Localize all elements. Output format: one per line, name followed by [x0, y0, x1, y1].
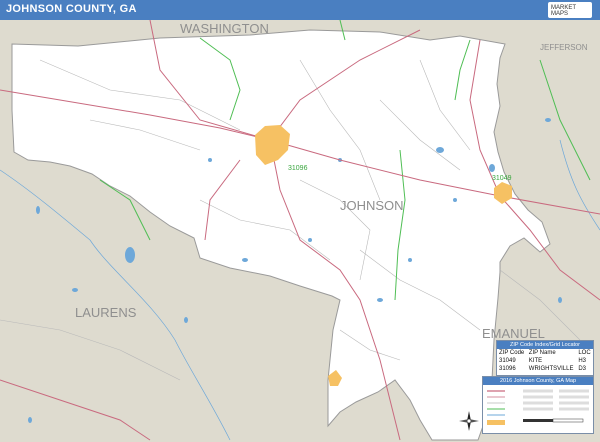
- neighbor-label-laurens: LAURENS: [75, 305, 137, 320]
- zip-legend-header: ZIP Code: [499, 350, 525, 356]
- lake: [489, 164, 495, 172]
- legend-symbols: [487, 389, 589, 425]
- lake: [436, 147, 444, 153]
- lake: [545, 118, 551, 122]
- title-bar: JOHNSON COUNTY, GA MARKET MAPS: [0, 0, 600, 21]
- lake: [28, 417, 32, 423]
- lake: [36, 206, 40, 214]
- map-frame: JOHNSON COUNTY, GA MARKET MAPS JOHNSON W…: [0, 0, 600, 442]
- zip-label-31049: 31049: [492, 175, 512, 182]
- zip-legend-header: ZIP Name: [528, 350, 556, 356]
- zip-code-cell: 31096: [499, 366, 516, 372]
- neighbor-label-emanuel: EMANUEL: [482, 326, 545, 341]
- lake: [242, 258, 248, 262]
- lake: [125, 247, 135, 263]
- logo-text: MARKET MAPS: [551, 5, 576, 17]
- zip-legend-header-row: ZIP Code ZIP Name LOC: [497, 349, 593, 357]
- zip-legend: ZIP Code Index/Grid Locator ZIP Code ZIP…: [496, 340, 594, 376]
- map-title: JOHNSON COUNTY, GA: [6, 3, 137, 15]
- zip-name-cell: KITE: [528, 358, 543, 364]
- zip-loc-cell: D3: [578, 366, 587, 372]
- lake: [408, 258, 412, 262]
- lake: [377, 298, 383, 302]
- lake: [453, 198, 457, 202]
- lake: [72, 288, 78, 292]
- table-row: 31049 KITE H3: [497, 357, 593, 365]
- compass-rose-icon: [459, 411, 479, 431]
- neighbor-label-jefferson: JEFFERSON: [540, 43, 588, 52]
- legend-scale-bar: [523, 419, 553, 422]
- map-legend-title: 2016 Johnson County, GA Map: [483, 377, 593, 385]
- zip-code-cell: 31049: [499, 358, 516, 364]
- lake: [308, 238, 312, 242]
- lake: [184, 317, 188, 323]
- zip-legend-header: LOC: [578, 350, 591, 356]
- publisher-logo[interactable]: MARKET MAPS: [548, 2, 592, 18]
- lake: [208, 158, 212, 162]
- zip-name-cell: WRIGHTSVILLE: [528, 366, 574, 372]
- legend-symbol-box: [487, 420, 505, 425]
- neighbor-label-washington: WASHINGTON: [180, 21, 269, 36]
- lake: [558, 297, 562, 303]
- zip-loc-cell: H3: [578, 358, 587, 364]
- zip-label-31096: 31096: [288, 165, 308, 172]
- table-row: 31096 WRIGHTSVILLE D3: [497, 365, 593, 373]
- county-label: JOHNSON: [340, 198, 404, 213]
- zip-legend-title: ZIP Code Index/Grid Locator: [497, 341, 593, 349]
- map-legend: 2016 Johnson County, GA Map: [482, 376, 594, 434]
- zip-legend-table: ZIP Code ZIP Name LOC 31049 KITE H3 3109…: [497, 349, 593, 373]
- legend-scale-bar: [552, 418, 584, 423]
